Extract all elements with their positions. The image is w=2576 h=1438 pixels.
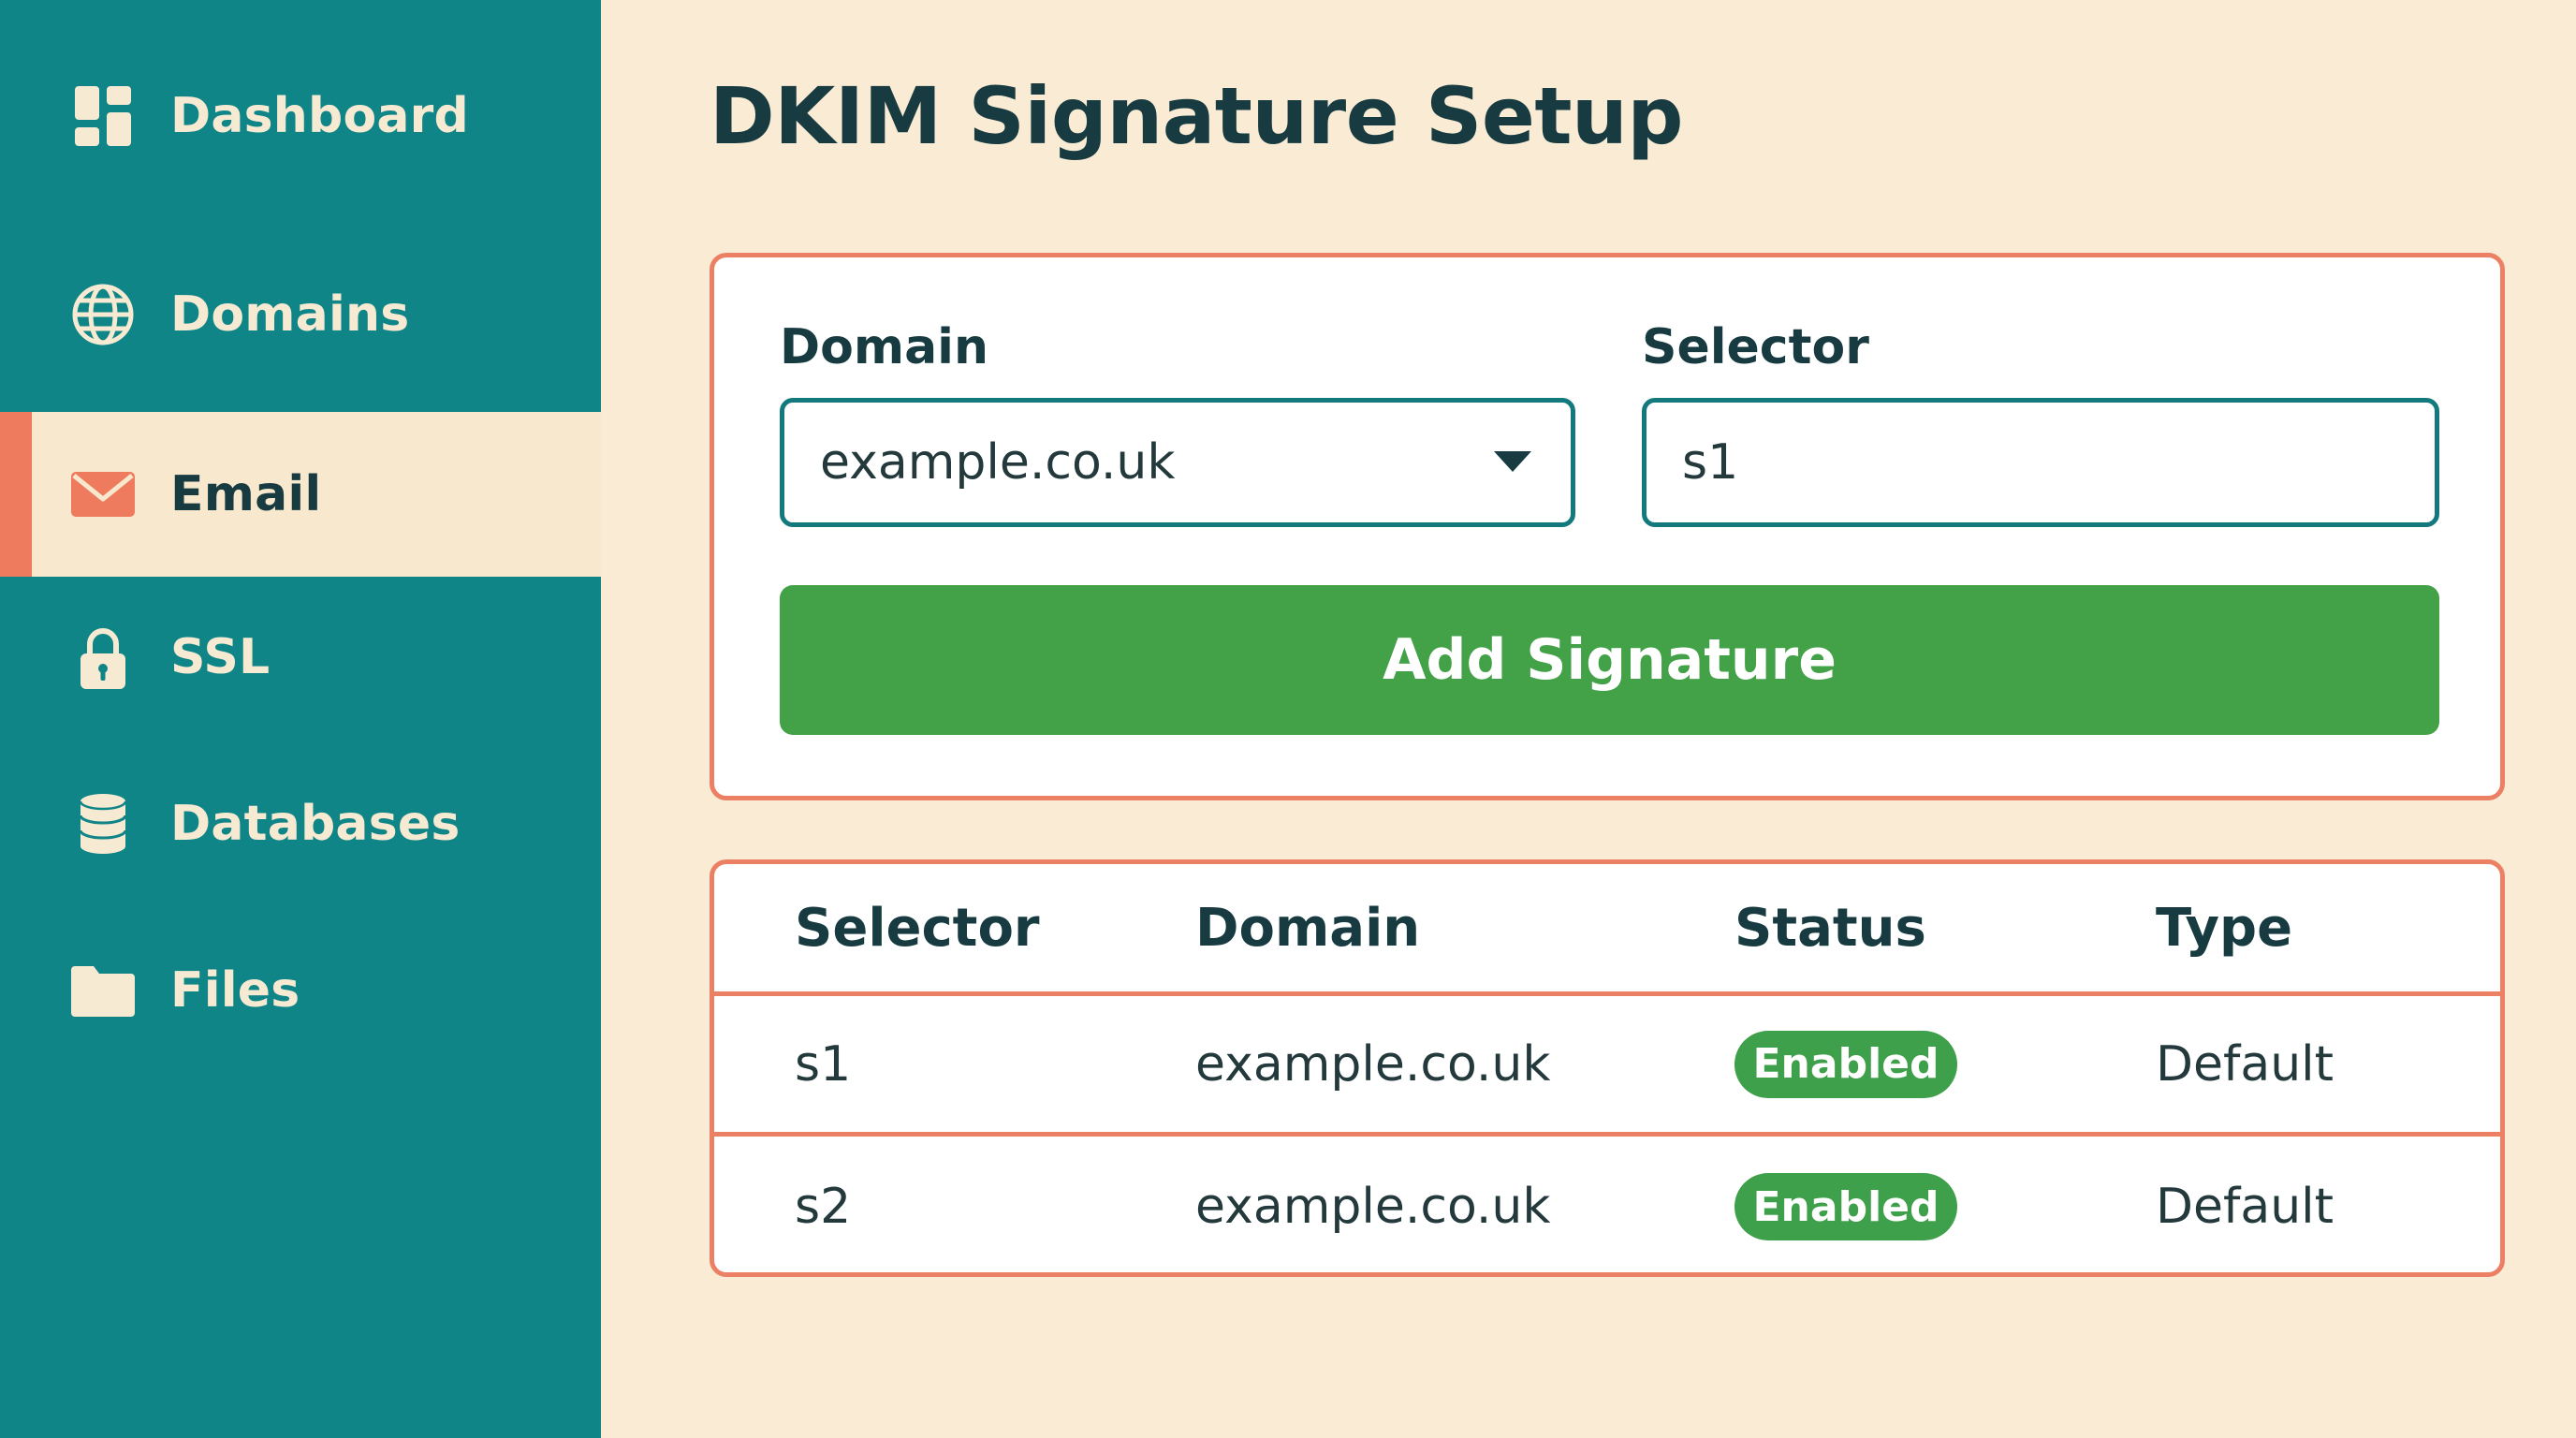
dashboard-icon	[67, 81, 139, 152]
status-badge: Enabled	[1734, 1173, 1957, 1240]
status-cell: Enabled	[1734, 1137, 1957, 1272]
sidebar-item-files[interactable]: Files	[0, 932, 601, 1049]
sidebar-item-label: Files	[170, 962, 300, 1019]
lock-icon	[67, 622, 139, 693]
sidebar-item-dashboard[interactable]: Dashboard	[0, 58, 601, 174]
table-header-row: Selector Domain Status Type	[714, 864, 2500, 996]
sidebar-item-label: Domains	[170, 286, 410, 343]
column-header-selector[interactable]: Selector	[795, 864, 1040, 991]
column-header-status[interactable]: Status	[1734, 864, 1926, 991]
signatures-table: Selector Domain Status Type s1 example.c…	[710, 859, 2505, 1277]
sidebar-item-domains[interactable]: Domains	[0, 257, 601, 373]
page-title: DKIM Signature Setup	[710, 70, 1683, 162]
add-signature-form: Domain example.co.uk Selector s1 Add Sig…	[710, 253, 2505, 800]
domain-select[interactable]: example.co.uk	[780, 398, 1575, 527]
column-header-domain[interactable]: Domain	[1195, 864, 1420, 991]
folder-icon	[67, 955, 139, 1026]
domain-label: Domain	[780, 319, 989, 375]
add-signature-button[interactable]: Add Signature	[780, 585, 2439, 735]
column-header-type[interactable]: Type	[2156, 864, 2292, 991]
sidebar-item-label: SSL	[170, 629, 271, 685]
sidebar: Dashboard Domains Email SSL Databases Fi…	[0, 0, 601, 1438]
envelope-icon	[67, 459, 139, 530]
type-cell: Default	[2156, 1035, 2334, 1093]
active-indicator	[0, 412, 32, 577]
type-cell: Default	[2156, 1179, 2334, 1235]
database-icon	[67, 788, 139, 859]
selector-input-value: s1	[1682, 434, 1739, 491]
globe-icon	[67, 279, 139, 350]
domain-select-value: example.co.uk	[820, 434, 1176, 491]
sidebar-item-label: Dashboard	[170, 88, 469, 144]
selector-label: Selector	[1642, 319, 1869, 375]
table-row[interactable]: s1 example.co.uk Enabled Default	[714, 996, 2500, 1137]
selector-cell: s2	[795, 1179, 852, 1235]
selector-input[interactable]: s1	[1642, 398, 2439, 527]
status-cell: Enabled	[1734, 996, 1957, 1132]
table-row[interactable]: s2 example.co.uk Enabled Default	[714, 1137, 2500, 1272]
sidebar-item-email[interactable]: Email	[0, 412, 601, 577]
sidebar-item-label: Databases	[170, 796, 461, 852]
status-badge: Enabled	[1734, 1030, 1957, 1098]
domain-cell: example.co.uk	[1195, 1179, 1551, 1235]
sidebar-item-databases[interactable]: Databases	[0, 766, 601, 882]
sidebar-item-ssl[interactable]: SSL	[0, 599, 601, 715]
selector-cell: s1	[795, 1035, 852, 1093]
domain-cell: example.co.uk	[1195, 1035, 1551, 1093]
chevron-down-icon	[1494, 451, 1531, 472]
sidebar-item-label: Email	[170, 466, 322, 522]
